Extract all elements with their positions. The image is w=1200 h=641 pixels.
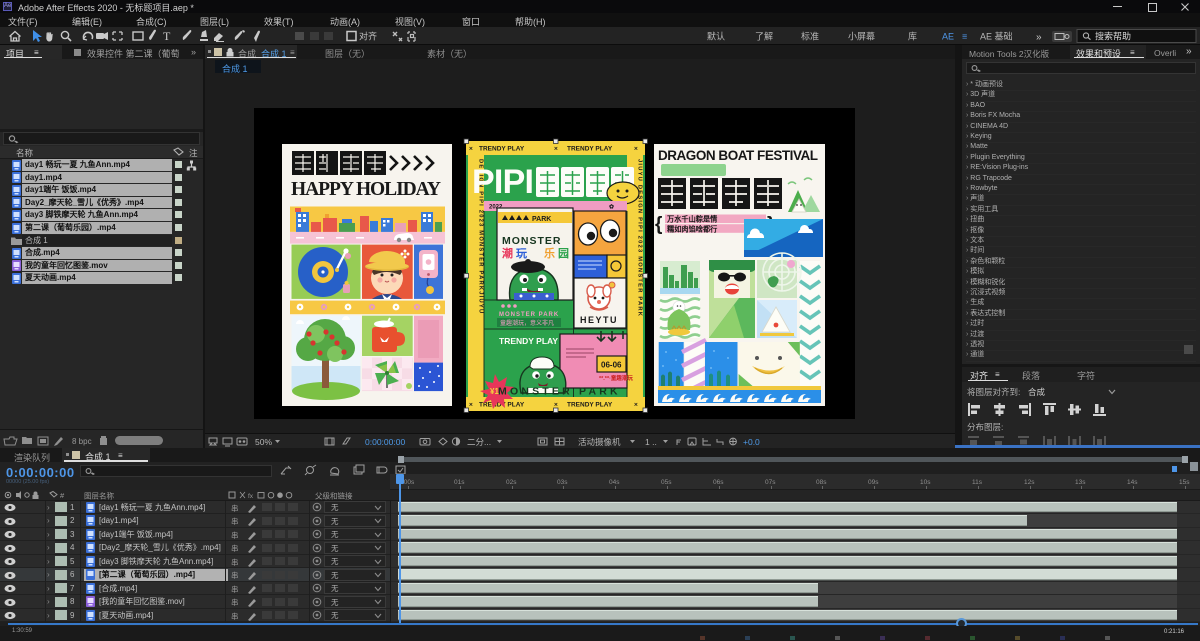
svg-text:15s: 15s (1179, 479, 1190, 486)
svg-text:小屏幕: 小屏幕 (848, 31, 875, 42)
svg-text:0:00:00:00: 0:00:00:00 (365, 437, 405, 447)
svg-text:09s: 09s (868, 479, 879, 486)
svg-text:04s: 04s (609, 479, 620, 486)
svg-text:12s: 12s (1024, 479, 1035, 486)
svg-text:05s: 05s (661, 479, 672, 486)
svg-text:默认: 默认 (707, 31, 725, 42)
svg-text:fx: fx (248, 493, 254, 500)
svg-text:#: # (60, 491, 65, 500)
svg-text:父级和链接: 父级和链接 (315, 491, 353, 501)
svg-text:搜索帮助: 搜索帮助 (1095, 31, 1131, 42)
svg-text:≡: ≡ (962, 32, 967, 42)
svg-text:08s: 08s (816, 479, 827, 486)
svg-text:8 bpc: 8 bpc (72, 437, 92, 446)
svg-text:+0.0: +0.0 (743, 437, 760, 447)
svg-text:06s: 06s (713, 479, 724, 486)
svg-text:了解: 了解 (755, 31, 773, 42)
svg-text:»: » (1036, 32, 1042, 43)
svg-text:10s: 10s (920, 479, 931, 486)
svg-text:01s: 01s (454, 479, 465, 486)
svg-text:50%: 50% (255, 437, 272, 447)
svg-text:万水千山粽是情: 万水千山粽是情 (666, 215, 718, 224)
svg-text:13s: 13s (1075, 479, 1086, 486)
svg-text:库: 库 (908, 31, 917, 42)
svg-text:02s: 02s (506, 479, 517, 486)
svg-text:{: { (655, 214, 662, 235)
svg-text:图层名称: 图层名称 (84, 491, 114, 501)
svg-text:1 ..: 1 .. (645, 437, 657, 447)
svg-text:11s: 11s (972, 479, 983, 486)
svg-text:07s: 07s (765, 479, 776, 486)
svg-text:03s: 03s (557, 479, 568, 486)
svg-text:T: T (163, 29, 171, 43)
svg-text:标准: 标准 (801, 31, 819, 42)
svg-text:活动摄像机: 活动摄像机 (578, 437, 621, 447)
svg-text:14s: 14s (1127, 479, 1138, 486)
svg-text:DRAGON BOAT FESTIVAL: DRAGON BOAT FESTIVAL (658, 148, 818, 163)
svg-text:对齐: 对齐 (359, 31, 377, 42)
svg-text:AE: AE (942, 32, 954, 42)
svg-text:糯如肉馅啥都行: 糯如肉馅啥都行 (667, 224, 718, 233)
svg-text:HAPPY HOLIDAY: HAPPY HOLIDAY (291, 179, 441, 200)
svg-text:二分...: 二分... (467, 437, 491, 447)
svg-text:AE 基础: AE 基础 (980, 31, 1013, 42)
